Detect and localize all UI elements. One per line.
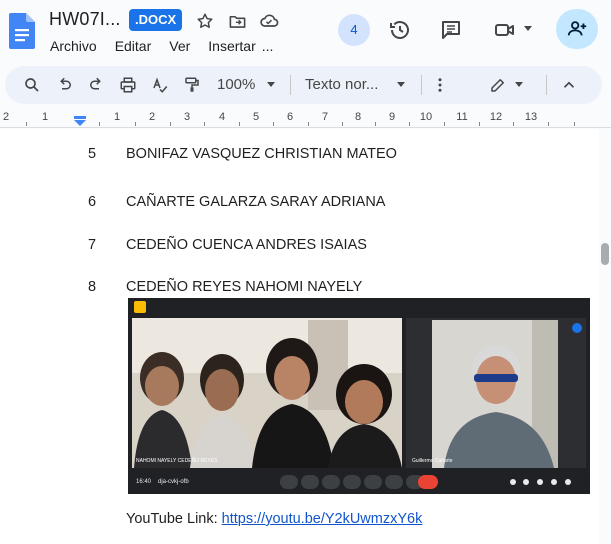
student-name: CEDEÑO CUENCA ANDRES ISAIAS (126, 237, 367, 253)
menu-insertar[interactable]: Insertar (208, 38, 255, 54)
ruler-number: 2 (148, 111, 156, 123)
add-person-icon (567, 21, 587, 36)
google-docs-logo-icon[interactable] (9, 13, 35, 49)
search-icon[interactable] (21, 74, 43, 96)
meet-dropdown-caret-icon[interactable] (524, 26, 532, 31)
editing-mode-pencil-icon[interactable] (487, 74, 509, 96)
student-number: 5 (88, 146, 97, 162)
menu-ver[interactable]: Ver (169, 38, 190, 54)
cloud-saved-icon[interactable] (258, 10, 280, 32)
ruler-tick (26, 122, 27, 126)
vertical-scrollbar[interactable] (599, 129, 611, 544)
share-button[interactable] (556, 9, 598, 49)
ruler-number: 7 (321, 111, 329, 123)
ruler-tick (239, 122, 240, 126)
participant-name-label: NAHOMI NAYELY CEDEÑO REYES (136, 458, 218, 464)
menu-bar: Archivo Editar Ver Insertar ... (50, 38, 291, 54)
comments-icon[interactable] (437, 16, 465, 44)
student-number: 7 (88, 237, 97, 253)
ruler-tick (170, 122, 171, 126)
toolbar-divider (290, 75, 291, 95)
ruler-number: 9 (388, 111, 396, 123)
menu-editar[interactable]: Editar (115, 38, 152, 54)
youtube-link[interactable]: https://youtu.be/Y2kUwmzxY6k (222, 511, 423, 527)
ruler-tick (375, 122, 376, 126)
ruler-number: 1 (41, 111, 49, 123)
toolbar-divider (421, 75, 422, 95)
ruler-number: 5 (252, 111, 260, 123)
embedded-meeting-screenshot[interactable]: NAHOMI NAYELY CEDEÑO REYES Guillermo Cañ… (128, 298, 590, 494)
ruler-number: 13 (524, 111, 538, 123)
ruler-number: 12 (489, 111, 503, 123)
ruler-number: 8 (354, 111, 362, 123)
move-folder-icon[interactable] (226, 10, 248, 32)
meeting-screenshot-image (128, 298, 590, 494)
file-extension-badge: .DOCX (129, 9, 183, 31)
ruler-number: 6 (286, 111, 294, 123)
ruler-number: 4 (218, 111, 226, 123)
ruler-tick (479, 122, 480, 126)
ruler-tick (342, 122, 343, 126)
ruler-number: 3 (183, 111, 191, 123)
document-title[interactable]: HW07I... (49, 9, 121, 30)
meet-video-icon[interactable] (491, 16, 519, 44)
meeting-code: dja-cvkj-ofb (158, 479, 189, 485)
participant-name-label: Guillermo Cañarte (412, 458, 453, 464)
star-icon[interactable] (194, 10, 216, 32)
formatting-toolbar: 100% Texto nor... (5, 66, 602, 104)
student-name: CEDEÑO REYES NAHOMI NAYELY (126, 279, 363, 295)
menu-overflow[interactable]: ... (262, 38, 274, 54)
ruler-tick (574, 122, 575, 126)
ruler-number: 11 (456, 111, 468, 123)
zoom-select[interactable]: 100% (217, 76, 255, 93)
ruler-tick (99, 122, 100, 126)
redo-icon[interactable] (85, 74, 107, 96)
title-bar: HW07I... .DOCX Archivo Editar Ver Insert… (0, 0, 611, 64)
ruler-tick (135, 122, 136, 126)
ruler-tick (513, 122, 514, 126)
meeting-time: 16:40 (136, 479, 152, 485)
toolbar-divider (546, 75, 547, 95)
ruler-tick (308, 122, 309, 126)
scrollbar-thumb[interactable] (601, 243, 609, 265)
collaborator-count-badge[interactable]: 4 (338, 14, 370, 46)
ruler-tick (444, 122, 445, 126)
ruler-number: 1 (113, 111, 121, 123)
ruler-tick (204, 122, 205, 126)
student-name: BONIFAZ VASQUEZ CHRISTIAN MATEO (126, 146, 397, 162)
ruler-tick (273, 122, 274, 126)
print-icon[interactable] (117, 74, 139, 96)
ruler-tick (409, 122, 410, 126)
hide-menus-chevron-up-icon[interactable] (558, 74, 580, 96)
student-number: 8 (88, 279, 97, 295)
undo-icon[interactable] (54, 74, 76, 96)
student-number: 6 (88, 194, 97, 210)
student-name: CAÑARTE GALARZA SARAY ADRIANA (126, 194, 386, 210)
paragraph-style-select[interactable]: Texto nor... (305, 76, 378, 93)
spellcheck-icon[interactable] (149, 74, 171, 96)
more-options-icon[interactable] (429, 74, 451, 96)
indent-marker-icon[interactable] (74, 116, 86, 126)
youtube-link-line: YouTube Link: https://youtu.be/Y2kUwmzxY… (126, 511, 422, 527)
version-history-icon[interactable] (386, 16, 414, 44)
zoom-dropdown-caret-icon[interactable] (267, 82, 275, 87)
editing-mode-caret-icon[interactable] (515, 82, 523, 87)
style-dropdown-caret-icon[interactable] (397, 82, 405, 87)
ruler-tick (548, 122, 549, 126)
ruler-number: 10 (419, 111, 433, 123)
ruler-number: 2 (2, 111, 10, 123)
paint-format-icon[interactable] (181, 74, 203, 96)
youtube-link-label: YouTube Link: (126, 511, 218, 527)
menu-archivo[interactable]: Archivo (50, 38, 97, 54)
horizontal-ruler[interactable]: 2 1 1 2 3 4 5 6 7 8 9 10 11 12 13 (0, 108, 611, 128)
